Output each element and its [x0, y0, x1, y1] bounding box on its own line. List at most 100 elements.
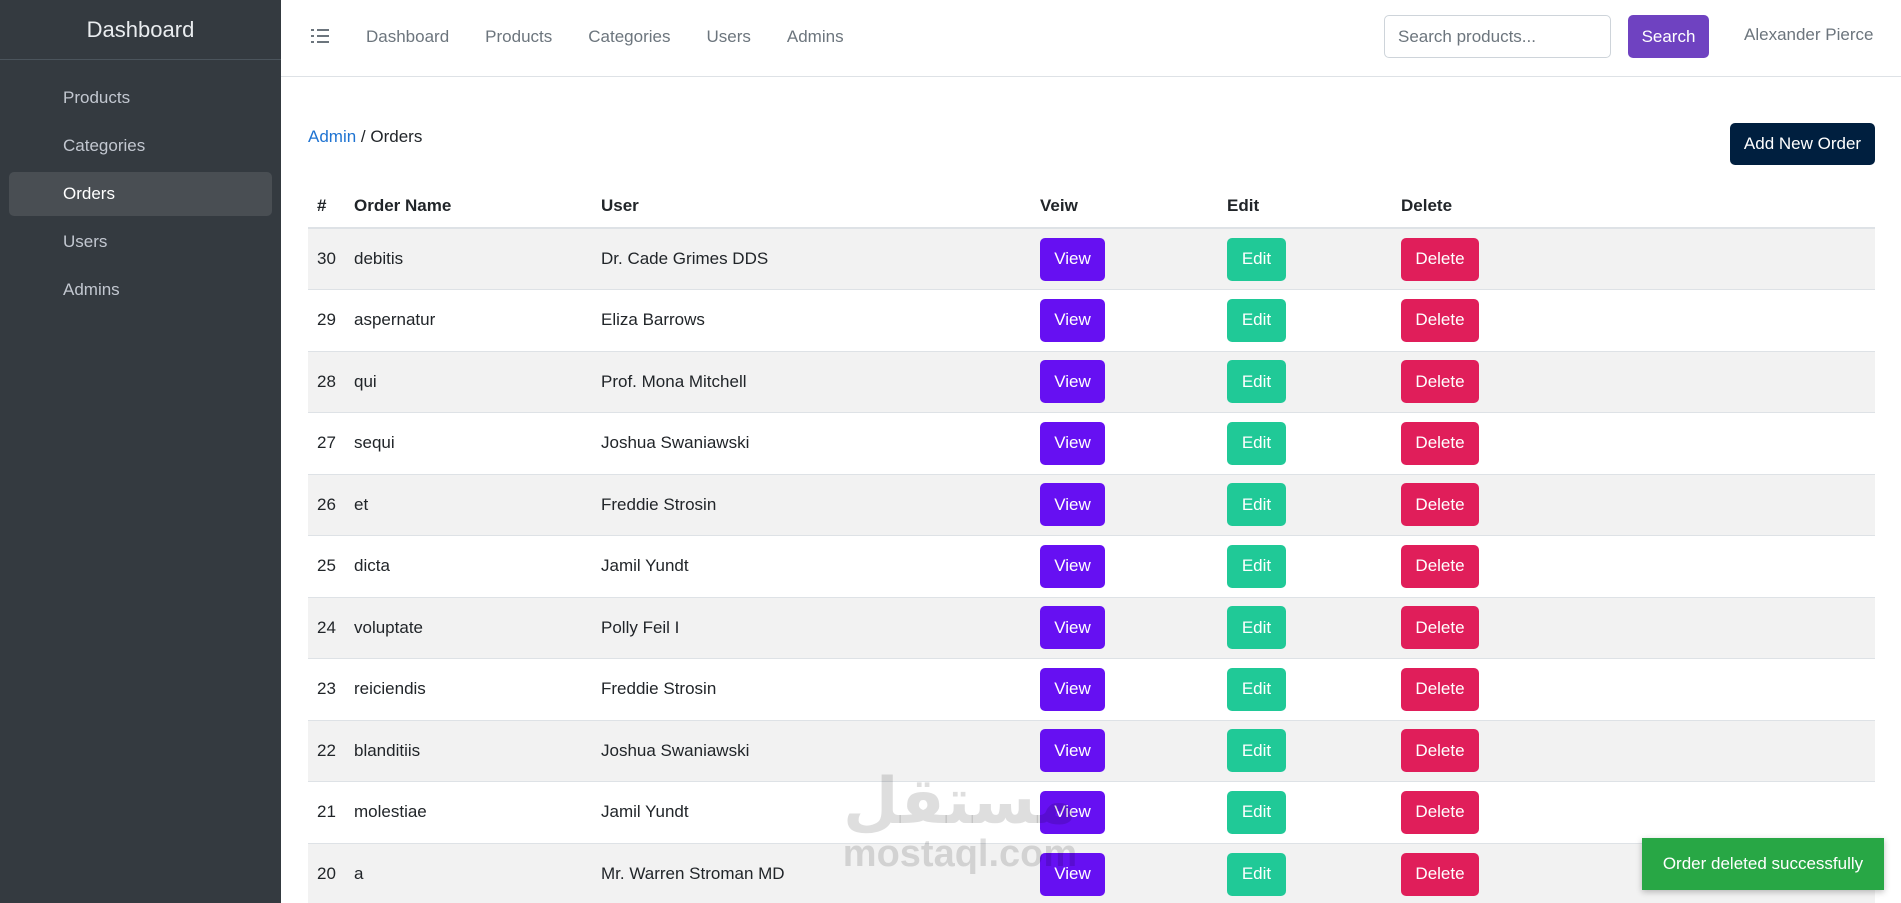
top-link-users[interactable]: Users	[706, 27, 750, 47]
delete-button[interactable]: Delete	[1401, 606, 1479, 650]
delete-button[interactable]: Delete	[1401, 729, 1479, 773]
delete-button[interactable]: Delete	[1401, 237, 1479, 281]
order-name: reiciendis	[345, 658, 592, 720]
edit-button[interactable]: Edit	[1227, 606, 1286, 650]
search-input[interactable]	[1384, 15, 1611, 58]
delete-button[interactable]: Delete	[1401, 298, 1479, 342]
edit-button[interactable]: Edit	[1227, 237, 1286, 281]
table-row: 25 dicta Jamil Yundt View Edit Delete	[308, 535, 1875, 597]
order-id: 21	[308, 781, 345, 843]
view-button[interactable]: View	[1040, 667, 1105, 711]
user-menu[interactable]: Alexander Pierce	[1744, 25, 1873, 45]
table-row: 20 a Mr. Warren Stroman MD View Edit Del…	[308, 842, 1875, 903]
delete-button[interactable]: Delete	[1401, 544, 1479, 588]
delete-button[interactable]: Delete	[1401, 483, 1479, 527]
breadcrumb-admin-link[interactable]: Admin	[308, 127, 356, 146]
view-button[interactable]: View	[1040, 729, 1105, 773]
sidebar-item-admins[interactable]: Admins	[9, 268, 272, 312]
table-row: 30 debitis Dr. Cade Grimes DDS View Edit…	[308, 227, 1875, 290]
sidebar-item-orders[interactable]: Orders	[9, 172, 272, 216]
view-button[interactable]: View	[1040, 606, 1105, 650]
edit-button[interactable]: Edit	[1227, 667, 1286, 711]
order-id: 26	[308, 473, 345, 536]
edit-button[interactable]: Edit	[1227, 421, 1286, 465]
top-link-products[interactable]: Products	[485, 27, 552, 47]
main-content: Admin / Orders Add New Order # Order Nam…	[281, 78, 1901, 903]
header-view: Veiw	[1031, 185, 1218, 229]
order-name: a	[345, 842, 592, 903]
delete-button[interactable]: Delete	[1401, 360, 1479, 404]
edit-button[interactable]: Edit	[1227, 483, 1286, 527]
view-button[interactable]: View	[1040, 544, 1105, 588]
order-name: debitis	[345, 227, 592, 290]
table-row: 22 blanditiis Joshua Swaniawski View Edi…	[308, 719, 1875, 782]
order-id: 27	[308, 412, 345, 474]
table-row: 28 qui Prof. Mona Mitchell View Edit Del…	[308, 350, 1875, 413]
table-header-row: # Order Name User Veiw Edit Delete	[308, 185, 1875, 229]
sidebar-item-products[interactable]: Products	[9, 76, 272, 120]
edit-button[interactable]: Edit	[1227, 544, 1286, 588]
edit-button[interactable]: Edit	[1227, 360, 1286, 404]
table-row: 26 et Freddie Strosin View Edit Delete	[308, 473, 1875, 536]
breadcrumb-separator: /	[356, 127, 371, 146]
view-button[interactable]: View	[1040, 298, 1105, 342]
top-link-categories[interactable]: Categories	[588, 27, 670, 47]
edit-button[interactable]: Edit	[1227, 298, 1286, 342]
view-button[interactable]: View	[1040, 360, 1105, 404]
delete-button[interactable]: Delete	[1401, 421, 1479, 465]
sidebar: Dashboard Products Categories Orders Use…	[0, 0, 281, 903]
delete-button[interactable]: Delete	[1401, 790, 1479, 834]
order-name: molestiae	[345, 781, 592, 843]
add-new-order-button[interactable]: Add New Order	[1730, 123, 1875, 165]
order-user: Polly Feil I	[592, 596, 1031, 659]
view-button[interactable]: View	[1040, 483, 1105, 527]
order-id: 30	[308, 227, 345, 290]
order-id: 23	[308, 658, 345, 720]
delete-button[interactable]: Delete	[1401, 852, 1479, 896]
success-toast: Order deleted successfully	[1642, 838, 1884, 890]
order-user: Freddie Strosin	[592, 473, 1031, 536]
order-id: 24	[308, 596, 345, 659]
search-button[interactable]: Search	[1628, 15, 1709, 58]
edit-button[interactable]: Edit	[1227, 790, 1286, 834]
order-name: blanditiis	[345, 719, 592, 782]
view-button[interactable]: View	[1040, 790, 1105, 834]
edit-button[interactable]: Edit	[1227, 729, 1286, 773]
sidebar-item-users[interactable]: Users	[9, 220, 272, 264]
sidebar-brand[interactable]: Dashboard	[0, 0, 281, 60]
table-row: 29 aspernatur Eliza Barrows View Edit De…	[308, 289, 1875, 351]
view-button[interactable]: View	[1040, 852, 1105, 896]
order-name: sequi	[345, 412, 592, 474]
header-delete: Delete	[1392, 185, 1875, 229]
top-link-admins[interactable]: Admins	[787, 27, 844, 47]
orders-table: # Order Name User Veiw Edit Delete 30 de…	[308, 185, 1875, 903]
order-user: Freddie Strosin	[592, 658, 1031, 720]
sidebar-item-categories[interactable]: Categories	[9, 124, 272, 168]
top-link-dashboard[interactable]: Dashboard	[366, 27, 449, 47]
view-button[interactable]: View	[1040, 237, 1105, 281]
order-name: voluptate	[345, 596, 592, 659]
breadcrumb-current: Orders	[370, 127, 423, 146]
order-id: 29	[308, 289, 345, 351]
table-row: 23 reiciendis Freddie Strosin View Edit …	[308, 658, 1875, 720]
menu-toggle-icon[interactable]	[311, 26, 331, 46]
order-id: 22	[308, 719, 345, 782]
topbar: Dashboard Products Categories Users Admi…	[281, 0, 1901, 77]
order-user: Mr. Warren Stroman MD	[592, 842, 1031, 903]
order-user: Joshua Swaniawski	[592, 719, 1031, 782]
order-user: Prof. Mona Mitchell	[592, 350, 1031, 413]
order-id: 25	[308, 535, 345, 597]
delete-button[interactable]: Delete	[1401, 667, 1479, 711]
order-user: Eliza Barrows	[592, 289, 1031, 351]
table-body: 30 debitis Dr. Cade Grimes DDS View Edit…	[308, 227, 1875, 903]
order-user: Jamil Yundt	[592, 781, 1031, 843]
view-button[interactable]: View	[1040, 421, 1105, 465]
sidebar-nav: Products Categories Orders Users Admins	[0, 60, 281, 312]
top-nav: Dashboard Products Categories Users Admi…	[366, 0, 880, 73]
header-id: #	[308, 185, 345, 229]
order-id: 20	[308, 842, 345, 903]
breadcrumb: Admin / Orders	[308, 127, 422, 147]
edit-button[interactable]: Edit	[1227, 852, 1286, 896]
header-edit: Edit	[1218, 185, 1392, 229]
table-row: 24 voluptate Polly Feil I View Edit Dele…	[308, 596, 1875, 659]
